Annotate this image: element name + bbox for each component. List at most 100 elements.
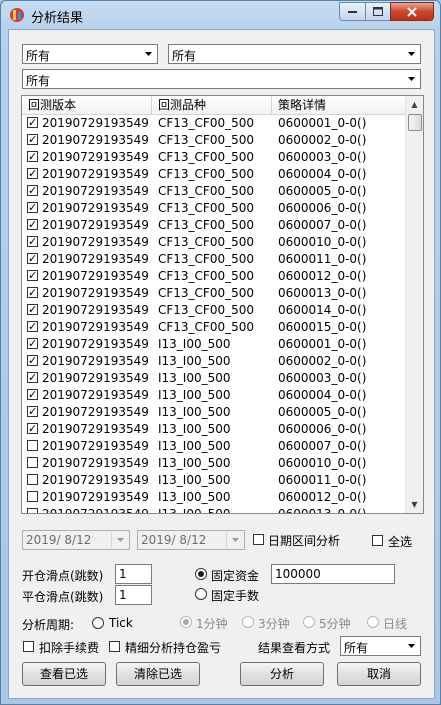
row-checkbox[interactable]: ✓: [27, 219, 38, 230]
maximize-button[interactable]: [365, 2, 391, 21]
column-header-version[interactable]: 回测版本: [22, 96, 152, 114]
fixed-hands-radio[interactable]: [195, 588, 207, 600]
filter-combo-2[interactable]: 所有: [168, 44, 421, 64]
table-row[interactable]: ✓ 20190729193549 CF13_CF00_500 0600010_0-0(…: [22, 234, 406, 251]
row-checkbox[interactable]: ✓: [27, 355, 38, 366]
title-bar[interactable]: 分析结果: [1, 1, 440, 29]
period-radio-3min[interactable]: [242, 616, 254, 628]
row-checkbox[interactable]: [27, 491, 38, 502]
table-row[interactable]: ✓ 20190729193549 CF13_CF00_500 0600003_0-0(…: [22, 149, 406, 166]
cell-detail: 0600005_0-0(): [278, 405, 367, 419]
minimize-button[interactable]: [339, 2, 366, 21]
table-row[interactable]: 20190729193549 I13_I00_500 0600007_0-0(): [22, 438, 406, 455]
cell-detail: 0600013_0-0(): [278, 507, 367, 514]
row-checkbox[interactable]: ✓: [27, 406, 38, 417]
table-row[interactable]: ✓ 20190729193549 I13_I00_500 0600002_0-0(): [22, 353, 406, 370]
table-row[interactable]: ✓ 20190729193549 I13_I00_500 0600003_0-0(): [22, 370, 406, 387]
row-checkbox[interactable]: [27, 440, 38, 451]
table-row[interactable]: ✓ 20190729193549 CF13_CF00_500 0600001_0-0(…: [22, 115, 406, 132]
capital-input[interactable]: 100000: [271, 564, 395, 584]
cell-version: 20190729193549: [42, 422, 149, 436]
chevron-down-icon: [403, 46, 419, 62]
row-checkbox[interactable]: ✓: [27, 389, 38, 400]
table-row[interactable]: ✓ 20190729193549 CF13_CF00_500 0600007_0-0(…: [22, 217, 406, 234]
table-row[interactable]: ✓ 20190729193549 CF13_CF00_500 0600012_0-0(…: [22, 268, 406, 285]
scroll-down-icon[interactable]: ▼: [406, 496, 423, 513]
row-checkbox[interactable]: ✓: [27, 287, 38, 298]
close-button[interactable]: [390, 2, 434, 21]
row-checkbox[interactable]: ✓: [27, 253, 38, 264]
cell-version: 20190729193549: [42, 456, 149, 470]
row-checkbox[interactable]: ✓: [27, 202, 38, 213]
analyze-button[interactable]: 分析: [240, 662, 324, 686]
close-slip-input[interactable]: 1: [115, 585, 152, 605]
table-row[interactable]: 20190729193549 I13_I00_500 0600013_0-0(): [22, 506, 406, 514]
row-checkbox[interactable]: [27, 474, 38, 485]
row-checkbox[interactable]: ✓: [27, 270, 38, 281]
scroll-thumb[interactable]: [408, 114, 422, 131]
cell-version: 20190729193549: [42, 133, 149, 147]
table-row[interactable]: ✓ 20190729193549 CF13_CF00_500 0600014_0-0(…: [22, 302, 406, 319]
cell-symbol: CF13_CF00_500: [158, 252, 255, 266]
table-row[interactable]: ✓ 20190729193549 CF13_CF00_500 0600011_0-0(…: [22, 251, 406, 268]
row-checkbox[interactable]: ✓: [27, 117, 38, 128]
table-row[interactable]: ✓ 20190729193549 I13_I00_500 0600004_0-0(): [22, 387, 406, 404]
table-row[interactable]: ✓ 20190729193549 I13_I00_500 0600006_0-0(): [22, 421, 406, 438]
row-checkbox[interactable]: ✓: [27, 304, 38, 315]
table-row[interactable]: ✓ 20190729193549 CF13_CF00_500 0600006_0-0(…: [22, 200, 406, 217]
row-checkbox[interactable]: ✓: [27, 423, 38, 434]
table-row[interactable]: 20190729193549 I13_I00_500 0600012_0-0(): [22, 489, 406, 506]
row-checkbox[interactable]: [27, 508, 38, 513]
row-checkbox[interactable]: ✓: [27, 134, 38, 145]
row-checkbox[interactable]: ✓: [27, 321, 38, 332]
cell-detail: 0600006_0-0(): [278, 201, 367, 215]
date-range-checkbox[interactable]: [253, 534, 264, 545]
row-checkbox[interactable]: ✓: [27, 236, 38, 247]
filter-combo-1[interactable]: 所有: [22, 44, 158, 64]
cell-symbol: CF13_CF00_500: [158, 269, 255, 283]
cell-detail: 0600013_0-0(): [278, 286, 367, 300]
select-all-checkbox[interactable]: [372, 535, 383, 546]
filter-combo-3[interactable]: 所有: [22, 69, 421, 89]
view-selected-button[interactable]: 查看已选: [22, 662, 106, 686]
table-row[interactable]: ✓ 20190729193549 CF13_CF00_500 0600004_0-0(…: [22, 166, 406, 183]
start-date-value: 2019/ 8/12: [26, 533, 92, 547]
table-row[interactable]: ✓ 20190729193549 CF13_CF00_500 0600015_0-0(…: [22, 319, 406, 336]
table-row[interactable]: ✓ 20190729193549 CF13_CF00_500 0600013_0-0(…: [22, 285, 406, 302]
grid-scrollbar[interactable]: ▲ ▼: [405, 96, 423, 513]
scroll-up-icon[interactable]: ▲: [406, 96, 423, 113]
row-checkbox[interactable]: ✓: [27, 185, 38, 196]
period-radio-5min[interactable]: [303, 616, 315, 628]
cell-detail: 0600006_0-0(): [278, 422, 367, 436]
open-slip-input[interactable]: 1: [115, 564, 152, 584]
fixed-capital-radio[interactable]: [195, 568, 207, 580]
cell-version: 20190729193549: [42, 235, 149, 249]
clear-selected-button[interactable]: 清除已选: [116, 662, 200, 686]
row-checkbox[interactable]: [27, 457, 38, 468]
result-grid[interactable]: 回测版本 回测品种 策略详情 ✓ 20190729193549 CF13_CF00_…: [21, 95, 424, 514]
table-row[interactable]: ✓ 20190729193549 CF13_CF00_500 0600002_0-0(…: [22, 132, 406, 149]
row-checkbox[interactable]: ✓: [27, 372, 38, 383]
start-date-picker[interactable]: 2019/ 8/12: [22, 530, 130, 550]
deduct-fee-checkbox[interactable]: [23, 641, 34, 652]
table-row[interactable]: ✓ 20190729193549 CF13_CF00_500 0600005_0-0(…: [22, 183, 406, 200]
end-date-picker[interactable]: 2019/ 8/12: [137, 530, 245, 550]
period-radio-tick[interactable]: [92, 617, 104, 629]
table-row[interactable]: 20190729193549 I13_I00_500 0600010_0-0(): [22, 455, 406, 472]
period-radio-daily[interactable]: [367, 616, 379, 628]
column-header-detail[interactable]: 策略详情: [272, 96, 406, 114]
result-view-combo[interactable]: 所有: [340, 636, 421, 656]
table-row[interactable]: 20190729193549 I13_I00_500 0600011_0-0(): [22, 472, 406, 489]
table-row[interactable]: ✓ 20190729193549 I13_I00_500 0600005_0-0(): [22, 404, 406, 421]
fine-holding-checkbox[interactable]: [109, 641, 120, 652]
row-checkbox[interactable]: ✓: [27, 338, 38, 349]
column-header-symbol[interactable]: 回测品种: [152, 96, 272, 114]
row-checkbox[interactable]: ✓: [27, 168, 38, 179]
cell-detail: 0600005_0-0(): [278, 184, 367, 198]
period-radio-1min[interactable]: [180, 616, 192, 628]
chevron-down-icon: [403, 638, 419, 654]
cell-detail: 0600007_0-0(): [278, 218, 367, 232]
cancel-button[interactable]: 取消: [337, 662, 421, 686]
row-checkbox[interactable]: ✓: [27, 151, 38, 162]
table-row[interactable]: ✓ 20190729193549 I13_I00_500 0600001_0-0(): [22, 336, 406, 353]
